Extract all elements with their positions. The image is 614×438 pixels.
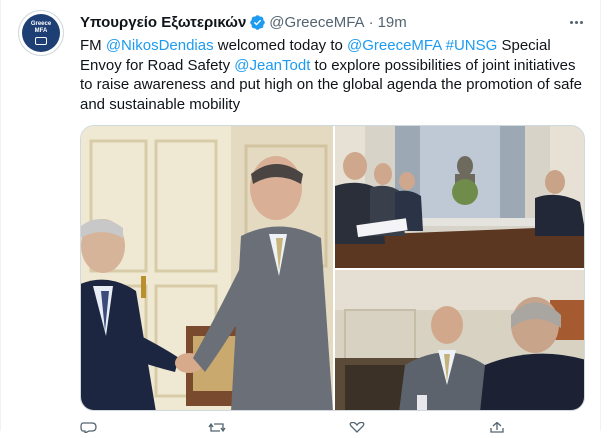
seal-icon	[35, 37, 47, 45]
header-separator: ·	[368, 13, 374, 31]
timeline-border-left	[0, 0, 1, 431]
avatar-text-line2: MFA	[34, 28, 48, 34]
author-handle[interactable]: @GreeceMFA	[269, 14, 364, 31]
avatar-text-line1: Greece	[30, 21, 52, 27]
mention-link[interactable]: @GreeceMFA	[347, 37, 441, 54]
author-name[interactable]: Υπουργείο Εξωτερικών	[80, 14, 246, 31]
meeting-table-photo[interactable]	[335, 126, 584, 268]
mention-link[interactable]: @NikosDendias	[106, 37, 214, 54]
share-icon[interactable]	[488, 420, 506, 433]
media-grid	[80, 125, 585, 411]
seated-conversation-photo[interactable]	[335, 270, 584, 410]
tweet-actions	[80, 420, 560, 435]
tweet-timestamp[interactable]: 19m	[378, 14, 407, 31]
handshake-photo[interactable]	[81, 126, 333, 410]
more-options-icon[interactable]	[566, 12, 586, 32]
avatar[interactable]: Greece MFA	[18, 10, 64, 56]
tweet-text-segment: welcomed today to	[213, 37, 348, 54]
like-icon[interactable]	[348, 420, 366, 433]
tweet-card[interactable]: Greece MFA Υπουργείο Εξωτερικών @GreeceM…	[0, 0, 614, 435]
mention-link[interactable]: #UNSG	[446, 37, 498, 54]
verified-badge-icon	[249, 14, 266, 31]
reply-icon[interactable]	[80, 420, 98, 435]
timeline-border-right	[600, 0, 601, 431]
tweet-header: Υπουργείο Εξωτερικών @GreeceMFA · 19m	[80, 12, 407, 32]
retweet-icon[interactable]	[208, 420, 226, 433]
tweet-text: FM @NikosDendias welcomed today to @Gree…	[80, 36, 590, 114]
avatar-logo: Greece MFA	[22, 14, 60, 52]
tweet-text-segment: FM	[80, 37, 106, 54]
mention-link[interactable]: @JeanTodt	[234, 57, 310, 74]
